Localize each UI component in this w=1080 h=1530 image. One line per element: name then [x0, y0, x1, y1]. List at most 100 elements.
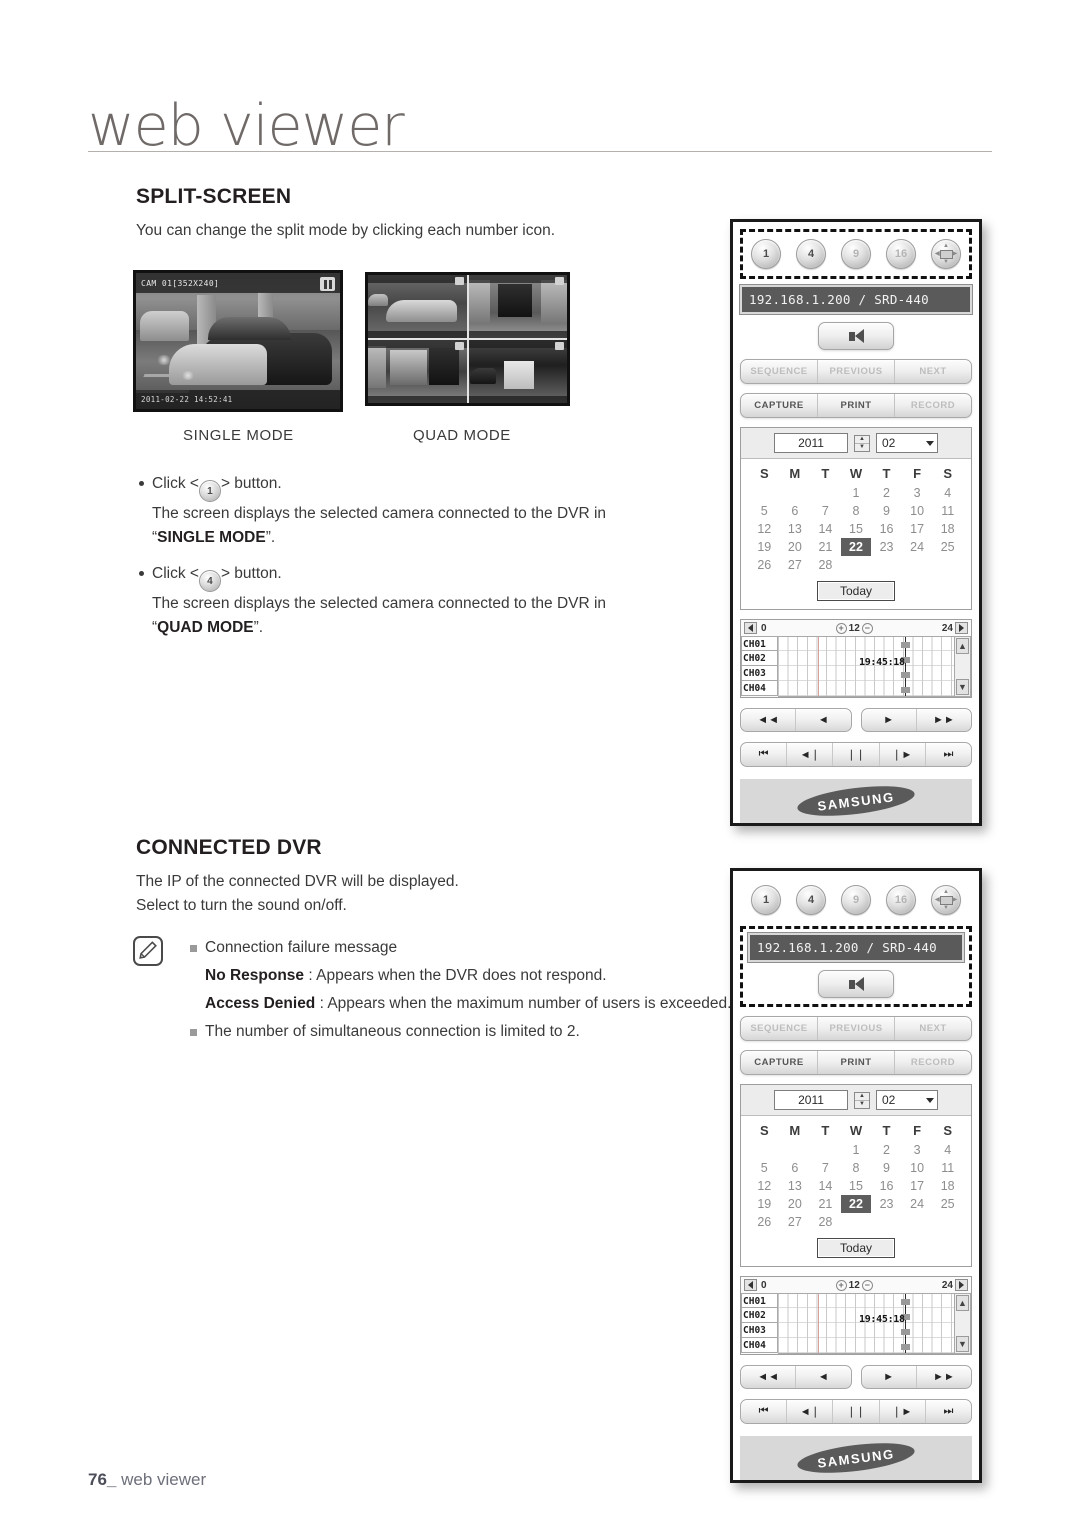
rewind-button[interactable]: ◄: [796, 709, 850, 731]
dpad-fullscreen-icon[interactable]: ▲ ▼ ◀ ▶: [931, 885, 961, 915]
calendar-day[interactable]: 8: [841, 502, 872, 520]
play-button[interactable]: ►: [862, 1366, 917, 1388]
sound-toggle-button[interactable]: [818, 970, 894, 998]
step-back-button[interactable]: ◄❘: [787, 1400, 834, 1423]
timeline-track-area[interactable]: 19:45:18: [778, 636, 955, 697]
step-forward-button[interactable]: ❘►: [880, 1400, 926, 1423]
scroll-down-icon[interactable]: ▼: [956, 1336, 969, 1352]
calendar-day[interactable]: 11: [932, 502, 963, 520]
calendar-day[interactable]: 2: [871, 484, 902, 502]
inline-button-1-icon[interactable]: 1: [198, 480, 221, 502]
calendar-day[interactable]: 16: [871, 1177, 902, 1195]
calendar-day[interactable]: 3: [902, 484, 933, 502]
calendar-year-input[interactable]: 2011: [774, 433, 849, 453]
calendar-day[interactable]: [780, 484, 811, 502]
rewind-button[interactable]: ◄: [796, 1366, 850, 1388]
print-button[interactable]: PRINT: [818, 394, 895, 417]
calendar-day[interactable]: 20: [780, 538, 811, 556]
print-button[interactable]: PRINT: [818, 1051, 895, 1074]
calendar-day[interactable]: 5: [749, 502, 780, 520]
pause-button[interactable]: ❘❘: [833, 1400, 880, 1423]
today-button[interactable]: Today: [816, 1238, 896, 1258]
calendar-day[interactable]: 26: [749, 1213, 780, 1231]
calendar-day[interactable]: [841, 556, 872, 574]
timeline-next-icon[interactable]: [955, 622, 968, 634]
zoom-in-icon[interactable]: +: [835, 1279, 847, 1291]
calendar-day[interactable]: 8: [841, 1159, 872, 1177]
calendar-day[interactable]: 15: [841, 520, 872, 538]
split-button-9[interactable]: 9: [841, 239, 871, 269]
calendar-day[interactable]: [932, 1213, 963, 1231]
split-button-9[interactable]: 9: [841, 885, 871, 915]
calendar-day[interactable]: 9: [871, 502, 902, 520]
split-button-16[interactable]: 16: [886, 239, 916, 269]
calendar-day[interactable]: 28: [810, 1213, 841, 1231]
calendar-day[interactable]: 14: [810, 520, 841, 538]
play-button[interactable]: ►: [862, 709, 917, 731]
calendar-day[interactable]: 17: [902, 520, 933, 538]
calendar-day[interactable]: 27: [780, 1213, 811, 1231]
next-button[interactable]: NEXT: [895, 1017, 971, 1040]
sound-toggle-button[interactable]: [818, 322, 894, 350]
timeline-track-area[interactable]: 19:45:18: [778, 1293, 955, 1354]
calendar-day[interactable]: [902, 556, 933, 574]
step-back-button[interactable]: ◄❘: [787, 743, 834, 766]
pause-button[interactable]: ❘❘: [833, 743, 880, 766]
calendar-day[interactable]: [871, 556, 902, 574]
calendar-day[interactable]: 6: [780, 1159, 811, 1177]
calendar-day[interactable]: 7: [810, 502, 841, 520]
fast-forward-button[interactable]: ►►: [917, 709, 971, 731]
calendar-day[interactable]: 17: [902, 1177, 933, 1195]
calendar-day[interactable]: 11: [932, 1159, 963, 1177]
calendar-day[interactable]: 18: [932, 1177, 963, 1195]
calendar-day[interactable]: 9: [871, 1159, 902, 1177]
timeline-next-icon[interactable]: [955, 1279, 968, 1291]
step-forward-button[interactable]: ❘►: [880, 743, 926, 766]
next-button[interactable]: NEXT: [895, 360, 971, 383]
calendar-day[interactable]: 13: [780, 1177, 811, 1195]
calendar-day[interactable]: [749, 484, 780, 502]
calendar-day[interactable]: 27: [780, 556, 811, 574]
split-button-4[interactable]: 4: [796, 239, 826, 269]
calendar-day[interactable]: 15: [841, 1177, 872, 1195]
timeline-vertical-scrollbar[interactable]: ▲ ▼: [955, 636, 971, 697]
calendar-day[interactable]: 12: [749, 1177, 780, 1195]
skip-start-button[interactable]: ⏮: [741, 743, 788, 766]
calendar-day[interactable]: 4: [932, 1141, 963, 1159]
calendar-day[interactable]: [841, 1213, 872, 1231]
sequence-button[interactable]: SEQUENCE: [741, 1017, 818, 1040]
calendar-day[interactable]: [780, 1141, 811, 1159]
calendar-day[interactable]: [871, 1213, 902, 1231]
calendar-day[interactable]: 28: [810, 556, 841, 574]
calendar-day[interactable]: 1: [841, 484, 872, 502]
calendar-month-select[interactable]: 02: [875, 1090, 938, 1110]
calendar-day[interactable]: [749, 1141, 780, 1159]
calendar-day[interactable]: [810, 1141, 841, 1159]
calendar-day-selected[interactable]: 22: [840, 538, 872, 556]
scroll-up-icon[interactable]: ▲: [956, 638, 969, 654]
calendar-day[interactable]: 7: [810, 1159, 841, 1177]
calendar-day[interactable]: 20: [780, 1195, 811, 1213]
previous-button[interactable]: PREVIOUS: [818, 360, 895, 383]
calendar-day[interactable]: 12: [749, 520, 780, 538]
calendar-day[interactable]: 3: [902, 1141, 933, 1159]
calendar-day[interactable]: [810, 484, 841, 502]
split-button-16[interactable]: 16: [886, 885, 916, 915]
today-button[interactable]: Today: [816, 581, 896, 601]
calendar-day[interactable]: 19: [749, 538, 780, 556]
capture-button[interactable]: CAPTURE: [741, 1051, 818, 1074]
record-button[interactable]: RECORD: [895, 1051, 971, 1074]
calendar-day[interactable]: 16: [871, 520, 902, 538]
calendar-day[interactable]: 21: [810, 1195, 841, 1213]
sequence-button[interactable]: SEQUENCE: [741, 360, 818, 383]
calendar-day[interactable]: 23: [871, 1195, 902, 1213]
calendar-day[interactable]: 10: [902, 1159, 933, 1177]
calendar-day[interactable]: 2: [871, 1141, 902, 1159]
calendar-day-selected[interactable]: 22: [840, 1195, 872, 1213]
timeline-vertical-scrollbar[interactable]: ▲ ▼: [955, 1293, 971, 1354]
calendar-year-input[interactable]: 2011: [774, 1090, 849, 1110]
calendar-day[interactable]: 6: [780, 502, 811, 520]
fast-rewind-button[interactable]: ◄◄: [741, 709, 797, 731]
split-button-4[interactable]: 4: [796, 885, 826, 915]
scroll-down-icon[interactable]: ▼: [956, 679, 969, 695]
